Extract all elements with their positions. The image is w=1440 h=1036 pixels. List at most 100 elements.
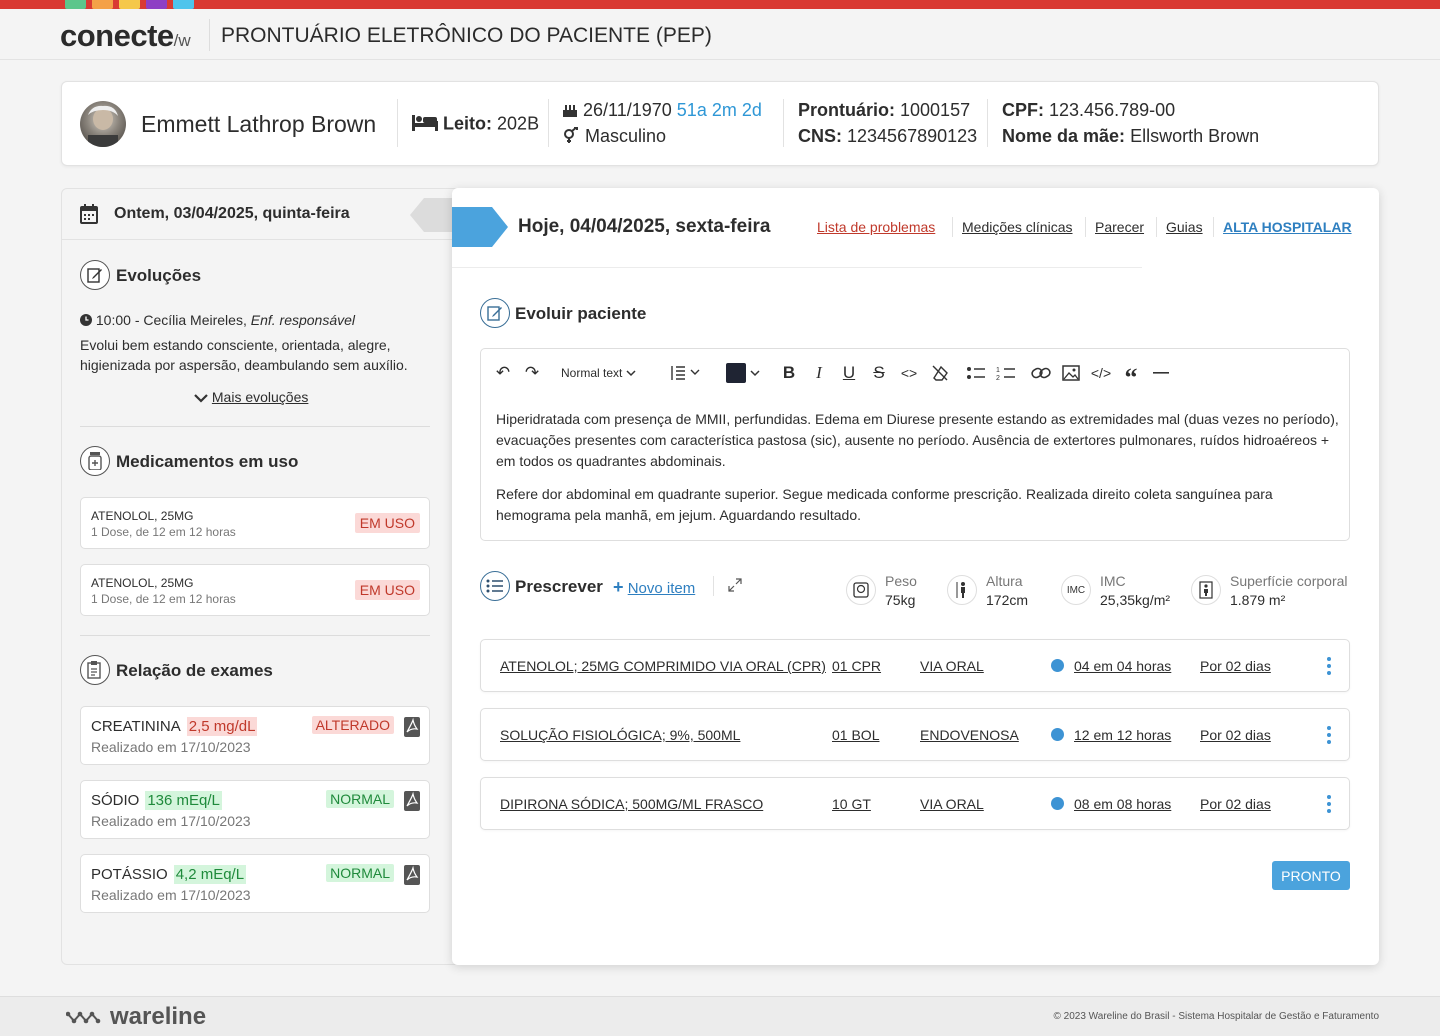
prescription-route[interactable]: VIA ORAL xyxy=(920,658,984,674)
done-button[interactable]: PRONTO xyxy=(1272,861,1350,890)
new-item-button[interactable]: + Novo item xyxy=(613,577,695,598)
pdf-icon[interactable] xyxy=(404,717,420,737)
inline-code-icon[interactable]: <> xyxy=(898,362,920,384)
exam-card[interactable]: SÓDIO 136 mEq/L Realizado em 17/10/2023 N… xyxy=(80,780,430,839)
prescription-drug[interactable]: SOLUÇÃO FISIOLÓGICA; 9%, 500ML xyxy=(500,727,740,743)
medication-dose: 1 Dose, de 12 em 12 horas xyxy=(91,592,236,606)
quote-icon[interactable]: “ xyxy=(1120,362,1142,392)
clear-format-icon[interactable] xyxy=(929,362,951,384)
exam-date: Realizado em 17/10/2023 xyxy=(91,739,251,755)
undo-icon[interactable]: ↶ xyxy=(493,362,513,384)
link-icon[interactable] xyxy=(1030,362,1052,384)
line-height-icon[interactable] xyxy=(667,362,703,384)
svg-text:1: 1 xyxy=(996,367,1000,374)
scale-icon xyxy=(846,575,876,605)
previous-date: Ontem, 03/04/2025, quinta-feira xyxy=(114,205,350,222)
patient-card: Emmett Lathrop Brown Leito: 202B 26/11/1… xyxy=(61,81,1379,166)
prescription-frequency[interactable]: 04 em 04 horas xyxy=(1074,658,1171,674)
code-block-icon[interactable]: </> xyxy=(1090,362,1112,384)
prescription-row[interactable]: SOLUÇÃO FISIOLÓGICA; 9%, 500ML 01 BOL EN… xyxy=(480,708,1350,761)
status-badge: ALTERADO xyxy=(311,716,394,734)
height-icon xyxy=(947,575,977,605)
medication-bottle-icon xyxy=(80,446,110,476)
medication-dose: 1 Dose, de 12 em 12 horas xyxy=(91,525,236,539)
previous-date-header: Ontem, 03/04/2025, quinta-feira xyxy=(62,189,460,240)
prescription-row[interactable]: ATENOLOL; 25MG COMPRIMIDO VIA ORAL (CPR)… xyxy=(480,639,1350,692)
color-swatch xyxy=(65,0,86,9)
pdf-icon[interactable] xyxy=(404,865,420,885)
footer: wareline © 2023 Wareline do Brasil - Sis… xyxy=(0,996,1440,1036)
nav-medicoes-clinicas[interactable]: Medições clínicas xyxy=(962,219,1073,235)
more-options-icon[interactable] xyxy=(1327,657,1331,675)
status-badge: EM USO xyxy=(354,580,420,600)
divider xyxy=(397,99,398,147)
exam-card[interactable]: CREATININA 2,5 mg/dL Realizado em 17/10/2… xyxy=(80,706,430,765)
medication-card[interactable]: ATENOLOL, 25MG 1 Dose, de 12 em 12 horas… xyxy=(80,564,430,616)
prontuario-field: Prontuário: 1000157 xyxy=(798,100,971,120)
numbered-list-icon[interactable]: 12 xyxy=(995,362,1017,384)
conecte-logo[interactable]: conecte/w xyxy=(60,18,191,54)
exam-report-icon xyxy=(80,655,110,685)
prescription-duration[interactable]: Por 02 dias xyxy=(1200,796,1271,812)
more-options-icon[interactable] xyxy=(1327,726,1331,744)
redo-icon[interactable]: ↷ xyxy=(522,362,542,384)
rich-text-editor[interactable]: ↶ ↷ Normal text B I U S <> 12 </> “ Hipe… xyxy=(480,348,1350,541)
prescription-row[interactable]: DIPIRONA SÓDICA; 500MG/ML FRASCO 10 GT V… xyxy=(480,777,1350,830)
prescription-route[interactable]: VIA ORAL xyxy=(920,796,984,812)
prescription-route[interactable]: ENDOVENOSA xyxy=(920,727,1019,743)
nav-lista-problemas[interactable]: Lista de problemas xyxy=(817,219,935,235)
prescription-qty[interactable]: 10 GT xyxy=(832,796,871,812)
bullet-list-icon[interactable] xyxy=(965,362,987,384)
more-options-icon[interactable] xyxy=(1327,795,1331,813)
metric-label: Peso xyxy=(885,573,917,589)
prescription-frequency[interactable]: 12 em 12 horas xyxy=(1074,727,1171,743)
prescription-drug[interactable]: ATENOLOL; 25MG COMPRIMIDO VIA ORAL (CPR) xyxy=(500,658,826,674)
strikethrough-icon[interactable]: S xyxy=(869,362,889,384)
editor-content[interactable]: Hiperidratada com presença de MMII, perf… xyxy=(496,409,1341,538)
previous-day-arrow[interactable] xyxy=(410,198,454,232)
expand-icon[interactable] xyxy=(728,578,742,597)
exam-value: 136 mEq/L xyxy=(145,791,222,810)
top-brand-stripe xyxy=(0,0,1440,9)
prescription-frequency[interactable]: 08 em 08 horas xyxy=(1074,796,1171,812)
exam-name: POTÁSSIO 4,2 mEq/L xyxy=(91,865,247,884)
editor-paragraph: Refere dor abdominal em quadrante superi… xyxy=(496,486,1273,523)
more-evolutions-link[interactable]: Mais evoluções xyxy=(194,389,308,406)
chevron-down-icon xyxy=(194,390,208,406)
text-style-select[interactable]: Normal text xyxy=(561,362,636,384)
prescription-drug[interactable]: DIPIRONA SÓDICA; 500MG/ML FRASCO xyxy=(500,796,763,812)
prescription-qty[interactable]: 01 CPR xyxy=(832,658,881,674)
prescription-duration[interactable]: Por 02 dias xyxy=(1200,658,1271,674)
medication-card[interactable]: ATENOLOL, 25MG 1 Dose, de 12 em 12 horas… xyxy=(80,497,430,549)
prescription-duration[interactable]: Por 02 dias xyxy=(1200,727,1271,743)
exam-value: 4,2 mEq/L xyxy=(173,865,247,884)
divider xyxy=(783,99,784,147)
nav-parecer[interactable]: Parecer xyxy=(1095,219,1144,235)
image-icon[interactable] xyxy=(1060,362,1082,384)
birthdate-field: 26/11/1970 51a 2m 2d xyxy=(562,100,762,122)
wave-icon xyxy=(66,1011,101,1024)
evolution-entry-header: 10:00 - Cecília Meireles, Enf. responsáv… xyxy=(80,312,355,329)
evolution-text: Evolui bem estando consciente, orientada… xyxy=(80,337,408,373)
nav-alta-hospitalar[interactable]: ALTA HOSPITALAR xyxy=(1223,219,1352,235)
pdf-icon[interactable] xyxy=(404,791,420,811)
status-badge: NORMAL xyxy=(326,790,394,808)
underline-icon[interactable]: U xyxy=(839,362,859,384)
patient-name: Emmett Lathrop Brown xyxy=(141,111,377,137)
exam-card[interactable]: POTÁSSIO 4,2 mEq/L Realizado em 17/10/202… xyxy=(80,854,430,913)
wareline-logo: wareline xyxy=(66,1003,206,1031)
color-swatch xyxy=(92,0,113,9)
nav-guias[interactable]: Guias xyxy=(1166,219,1203,235)
page-title: PRONTUÁRIO ELETRÔNICO DO PACIENTE (PEP) xyxy=(221,24,712,47)
metric-value: 25,35kg/m² xyxy=(1100,592,1171,608)
italic-icon[interactable]: I xyxy=(809,362,829,384)
prescription-qty[interactable]: 01 BOL xyxy=(832,727,879,743)
bold-icon[interactable]: B xyxy=(779,362,799,384)
exam-date: Realizado em 17/10/2023 xyxy=(91,813,251,829)
horizontal-rule-icon[interactable] xyxy=(1150,362,1172,384)
text-color-picker[interactable] xyxy=(725,362,761,384)
exam-name: SÓDIO 136 mEq/L xyxy=(91,791,222,810)
body-surface-icon xyxy=(1191,575,1221,605)
nav-divider xyxy=(952,217,953,237)
clock-icon xyxy=(1051,797,1064,810)
